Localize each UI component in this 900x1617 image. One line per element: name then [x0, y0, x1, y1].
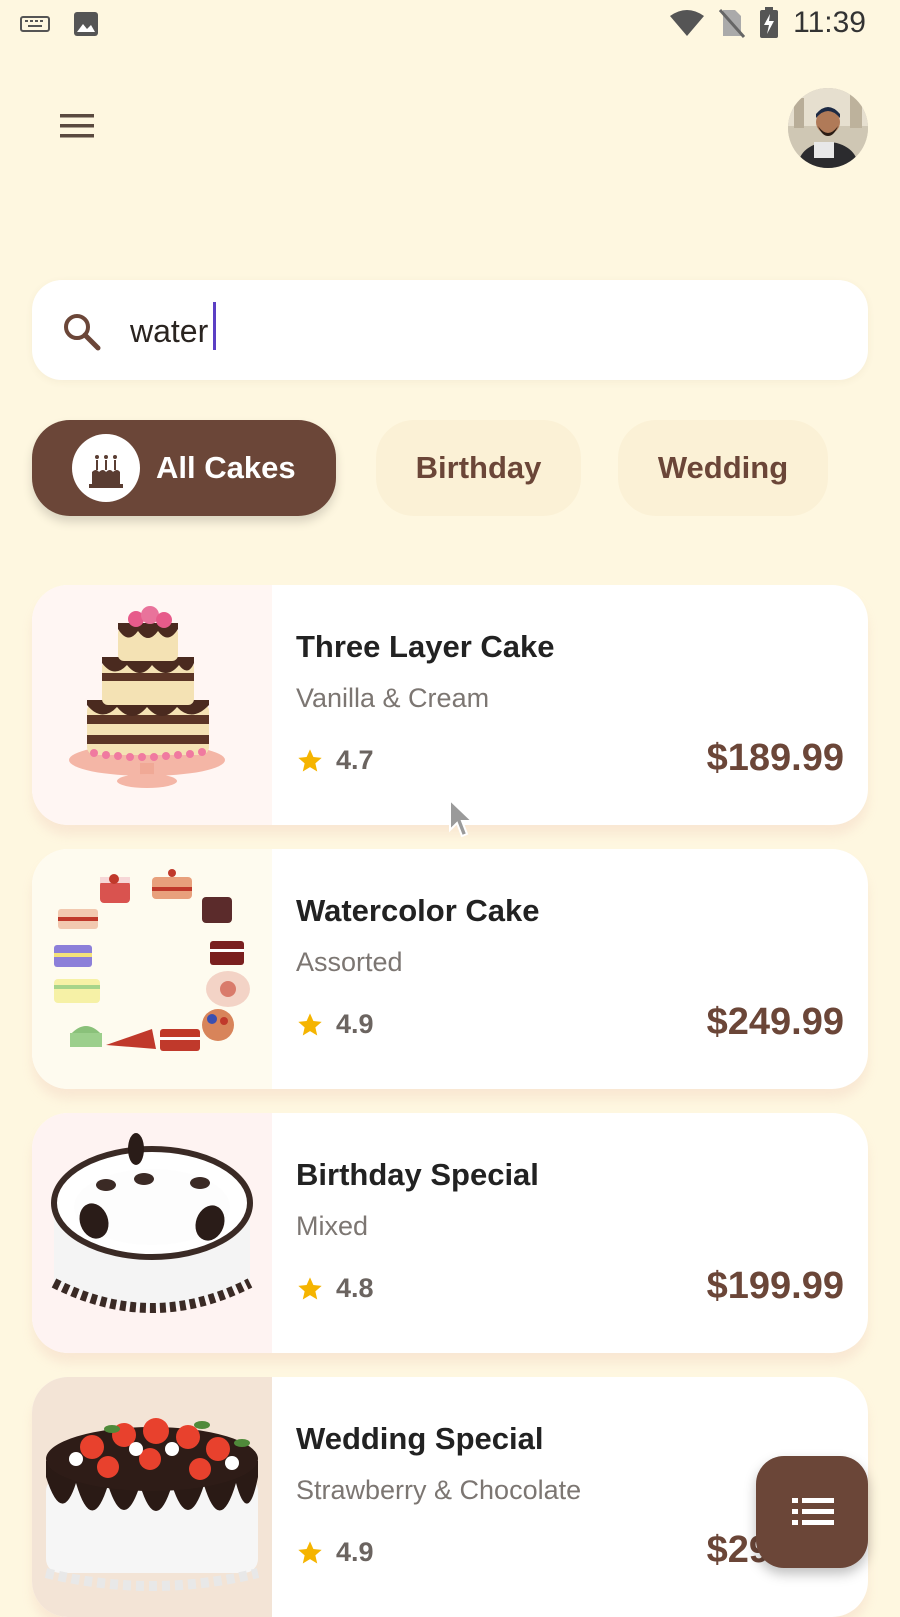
wifi-icon	[670, 10, 705, 36]
cake-price: $199.99	[706, 1265, 844, 1307]
cake-subtitle: Mixed	[296, 1211, 369, 1241]
rating-value: 4.8	[336, 1273, 374, 1303]
menu-icon	[60, 114, 94, 138]
cake-image	[32, 1377, 272, 1617]
chip-label: All Cakes	[156, 450, 296, 485]
list-view-fab[interactable]	[756, 1456, 868, 1568]
text-caret	[213, 302, 216, 350]
cake-rating: 4.7	[296, 745, 374, 776]
menu-button[interactable]	[58, 112, 98, 142]
star-icon	[298, 748, 322, 771]
search-icon	[64, 314, 101, 351]
image-icon	[74, 12, 98, 36]
status-bar: 11:39	[0, 0, 900, 50]
rating-value: 4.9	[336, 1009, 374, 1039]
search-bar[interactable]	[32, 280, 868, 380]
cake-subtitle: Strawberry & Chocolate	[296, 1475, 582, 1505]
mouse-cursor-icon	[449, 798, 475, 838]
keyboard-icon	[20, 16, 50, 32]
battery-charging-icon	[760, 7, 779, 38]
cake-image	[32, 849, 272, 1089]
chip-wedding[interactable]: Wedding	[618, 420, 828, 516]
rating-value: 4.9	[336, 1537, 374, 1567]
cake-subtitle: Vanilla & Cream	[296, 683, 490, 713]
cake-price: $189.99	[706, 737, 844, 779]
no-sim-icon	[719, 9, 746, 38]
chip-label: Wedding	[657, 450, 789, 485]
status-time: 11:39	[793, 6, 866, 39]
chip-birthday[interactable]: Birthday	[376, 420, 581, 516]
chip-all-cakes[interactable]: All Cakes	[32, 420, 336, 516]
cake-card[interactable]: Birthday Special Mixed 4.8 $199.99	[32, 1113, 868, 1353]
star-icon	[298, 1276, 322, 1299]
cake-title: Three Layer Cake	[296, 629, 555, 664]
cake-rating: 4.8	[296, 1273, 374, 1304]
cake-image	[32, 585, 272, 825]
rating-value: 4.7	[336, 745, 374, 775]
cake-subtitle: Assorted	[296, 947, 403, 977]
cake-card[interactable]: Wedding Special Strawberry & Chocolate 4…	[32, 1377, 868, 1617]
cake-card[interactable]: Three Layer Cake Vanilla & Cream 4.7 $18…	[32, 585, 868, 825]
list-icon	[792, 1498, 834, 1525]
star-icon	[298, 1540, 322, 1563]
user-avatar	[788, 88, 868, 168]
cake-icon	[72, 434, 140, 502]
cake-rating: 4.9	[296, 1009, 374, 1040]
cake-image	[32, 1113, 272, 1353]
cake-rating: 4.9	[296, 1537, 374, 1568]
cake-title: Watercolor Cake	[296, 893, 540, 928]
search-input[interactable]	[128, 300, 732, 362]
cake-title: Wedding Special	[296, 1421, 544, 1456]
cake-price: $249.99	[706, 1001, 844, 1043]
chip-label: Birthday	[415, 450, 542, 485]
cake-title: Birthday Special	[296, 1157, 539, 1192]
star-icon	[298, 1012, 322, 1035]
cake-card[interactable]: Watercolor Cake Assorted 4.9 $249.99	[32, 849, 868, 1089]
avatar[interactable]	[788, 88, 868, 168]
